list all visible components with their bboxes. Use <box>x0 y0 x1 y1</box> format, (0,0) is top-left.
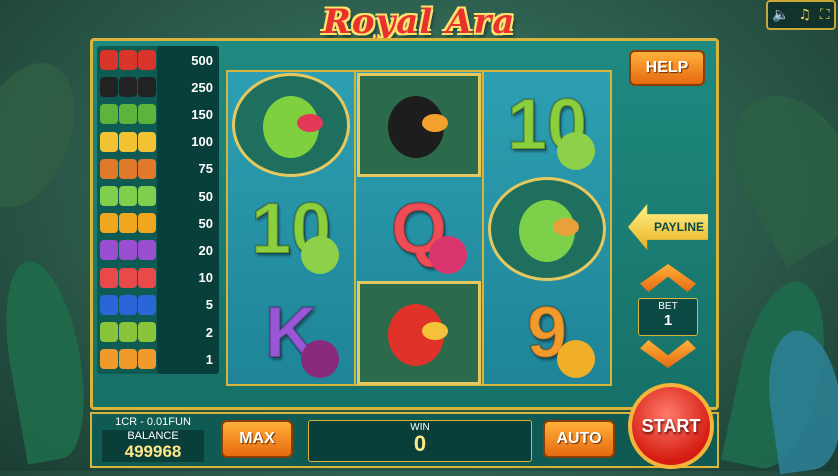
paytable-payout: 150 <box>191 106 213 122</box>
paytable-symbol-toucan-icon <box>100 77 156 98</box>
help-button[interactable]: HELP <box>629 50 705 86</box>
paytable-symbol-lovebird-icon <box>100 186 156 206</box>
paytable-row: 100 <box>97 129 219 155</box>
credit-rate: 1CR - 0.01FUN <box>115 416 191 428</box>
paytable-row: 250 <box>97 74 219 100</box>
fruit-icon <box>557 340 595 378</box>
paytable-row: 75 <box>97 156 219 182</box>
reel-symbol-green-parrot <box>229 73 353 177</box>
paytable-row: 50 <box>97 183 219 209</box>
scarlet-macaw-icon <box>357 281 481 385</box>
reel-separator <box>482 70 484 386</box>
paytable-row: 500 <box>97 47 219 73</box>
paytable-payout: 10 <box>198 270 213 286</box>
win-value: 0 <box>413 431 427 456</box>
paytable-row: 150 <box>97 101 219 127</box>
reel-symbol-10: 10 <box>229 178 353 280</box>
chameleon-icon <box>488 177 606 281</box>
paytable-payout: 50 <box>198 215 213 231</box>
reel-symbol-9: 9 <box>485 282 609 384</box>
green-parrot-icon <box>232 73 350 177</box>
reel-symbol-scarlet-macaw <box>357 281 481 385</box>
paytable-symbol-duck-icon <box>100 131 156 152</box>
reel-symbol-toucan <box>357 73 481 177</box>
paytable-symbol-scarlet-macaw-icon <box>100 50 156 70</box>
fruit-icon <box>301 236 339 274</box>
paytable-symbol-j-icon <box>100 294 156 315</box>
paytable-payout: 5 <box>205 297 213 313</box>
paytable-symbol-10-icon <box>100 322 156 342</box>
paytable-row: 5 <box>97 292 219 318</box>
background-leaf <box>707 73 838 267</box>
start-spin-button[interactable]: START <box>628 383 714 469</box>
paytable-payout: 100 <box>191 134 213 150</box>
paytable-symbol-9-icon <box>100 349 156 370</box>
paytable-symbol-chameleon-icon <box>100 104 156 125</box>
paytable-payout: 50 <box>198 188 213 204</box>
win-display: WIN 0 <box>308 420 532 462</box>
paytable-row: 20 <box>97 237 219 263</box>
fruit-icon <box>301 340 339 378</box>
top-controls: 🔈 ♫ ⛶ <box>766 0 836 30</box>
fruit-icon <box>557 132 595 170</box>
paytable-symbol-k-icon <box>100 240 156 261</box>
balance-label: BALANCE <box>102 430 204 442</box>
reel-symbol-q: Q <box>357 178 481 280</box>
reel-symbol-k: K <box>229 282 353 384</box>
paytable-payout: 500 <box>191 52 213 68</box>
balance-value: 499968 <box>102 442 204 462</box>
paytable-row: 2 <box>97 319 219 345</box>
background-leaf <box>0 49 93 221</box>
toucan-icon <box>357 73 481 177</box>
paytable-payout: 250 <box>191 79 213 95</box>
bet-label: BET <box>658 301 678 312</box>
speaker-icon[interactable]: 🔈 <box>772 7 789 23</box>
balance-panel: 1CR - 0.01FUN BALANCE 499968 <box>98 414 208 466</box>
paytable-payout: 75 <box>198 161 213 177</box>
fullscreen-icon[interactable]: ⛶ <box>820 7 830 23</box>
background-leaf <box>0 255 97 465</box>
paytable-symbol-q-icon <box>100 267 156 288</box>
paytable-payout: 1 <box>205 351 213 367</box>
paytable-symbol-parrot-icon <box>100 158 156 179</box>
paytable-symbol-a-icon <box>100 213 156 234</box>
reel-symbol-10: 10 <box>485 74 609 176</box>
bet-display: BET 1 <box>638 298 698 336</box>
music-note-icon[interactable]: ♫ <box>799 7 812 23</box>
max-bet-button[interactable]: MAX <box>221 420 293 458</box>
reel-separator <box>354 70 356 386</box>
paytable-row: 1 <box>97 346 219 372</box>
bet-value: 1 <box>663 312 673 329</box>
paytable-payout: 20 <box>198 242 213 258</box>
paytable-payout: 2 <box>205 324 213 340</box>
paytable-row: 50 <box>97 210 219 236</box>
paytable-row: 10 <box>97 265 219 291</box>
autoplay-button[interactable]: AUTO <box>543 420 615 458</box>
fruit-icon <box>429 236 467 274</box>
game-title: Royal Ara <box>322 2 516 42</box>
reel-symbol-chameleon <box>485 177 609 281</box>
